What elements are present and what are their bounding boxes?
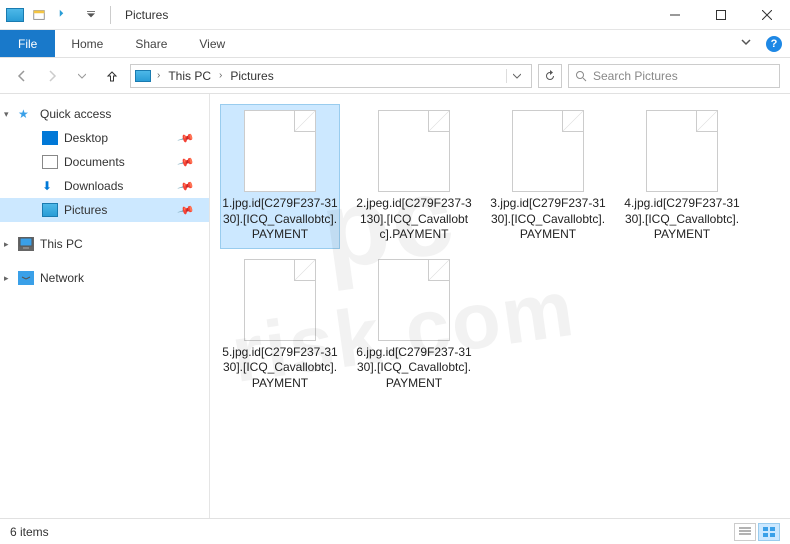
search-input[interactable] bbox=[593, 69, 773, 83]
file-tab[interactable]: File bbox=[0, 30, 55, 57]
tab-view[interactable]: View bbox=[183, 30, 241, 57]
tab-share[interactable]: Share bbox=[119, 30, 183, 57]
file-name-label: 1.jpg.id[C279F237-3130].[ICQ_Cavallobtc]… bbox=[222, 196, 338, 243]
expand-caret-icon[interactable]: ▸ bbox=[4, 273, 9, 284]
desktop-icon bbox=[42, 131, 58, 145]
file-icon bbox=[512, 110, 584, 192]
file-item[interactable]: 3.jpg.id[C279F237-3130].[ICQ_Cavallobtc]… bbox=[488, 104, 608, 249]
recent-locations-button[interactable] bbox=[70, 64, 94, 88]
ribbon: File Home Share View ? bbox=[0, 30, 790, 58]
tab-home[interactable]: Home bbox=[55, 30, 119, 57]
sidebar-item-pictures[interactable]: Pictures 📌 bbox=[0, 198, 209, 222]
download-icon: ⬇ bbox=[42, 179, 58, 193]
sidebar-label: Network bbox=[40, 271, 84, 285]
sidebar-item-label: Downloads bbox=[64, 179, 123, 193]
thumbnails-view-button[interactable] bbox=[758, 523, 780, 541]
sidebar-item-desktop[interactable]: Desktop 📌 bbox=[0, 126, 209, 150]
sidebar-network[interactable]: ▸ Network bbox=[0, 266, 209, 290]
window-controls bbox=[652, 0, 790, 30]
file-item[interactable]: 6.jpg.id[C279F237-3130].[ICQ_Cavallobtc]… bbox=[354, 253, 474, 398]
minimize-button[interactable] bbox=[652, 0, 698, 30]
file-item[interactable]: 5.jpg.id[C279F237-3130].[ICQ_Cavallobtc]… bbox=[220, 253, 340, 398]
chevron-right-icon[interactable]: › bbox=[215, 70, 226, 81]
titlebar-separator bbox=[110, 6, 111, 24]
file-item[interactable]: 1.jpg.id[C279F237-3130].[ICQ_Cavallobtc]… bbox=[220, 104, 340, 249]
details-view-button[interactable] bbox=[734, 523, 756, 541]
file-item[interactable]: 2.jpeg.id[C279F237-3130].[ICQ_Cavallobtc… bbox=[354, 104, 474, 249]
chevron-right-icon[interactable]: › bbox=[153, 70, 164, 81]
sidebar-label: This PC bbox=[40, 237, 83, 251]
view-buttons bbox=[734, 523, 780, 541]
statusbar: 6 items bbox=[0, 518, 790, 544]
refresh-button[interactable] bbox=[538, 64, 562, 88]
titlebar-left: Pictures bbox=[0, 4, 168, 26]
sidebar: ▾ ★ Quick access Desktop 📌 Documents 📌 ⬇… bbox=[0, 94, 210, 518]
back-button[interactable] bbox=[10, 64, 34, 88]
file-grid[interactable]: 1.jpg.id[C279F237-3130].[ICQ_Cavallobtc]… bbox=[210, 94, 790, 518]
file-name-label: 2.jpeg.id[C279F237-3130].[ICQ_Cavallobtc… bbox=[356, 196, 472, 243]
search-icon bbox=[575, 70, 587, 82]
qat-customize-button[interactable] bbox=[80, 4, 102, 26]
file-icon bbox=[646, 110, 718, 192]
file-icon bbox=[244, 259, 316, 341]
help-icon[interactable]: ? bbox=[766, 36, 782, 52]
file-icon bbox=[378, 110, 450, 192]
sidebar-label: Quick access bbox=[40, 107, 111, 121]
main: ▾ ★ Quick access Desktop 📌 Documents 📌 ⬇… bbox=[0, 94, 790, 518]
window-title: Pictures bbox=[125, 8, 168, 22]
sidebar-item-label: Pictures bbox=[64, 203, 107, 217]
breadcrumb[interactable]: › This PC › Pictures bbox=[130, 64, 532, 88]
pictures-icon bbox=[42, 203, 58, 217]
file-name-label: 3.jpg.id[C279F237-3130].[ICQ_Cavallobtc]… bbox=[490, 196, 606, 243]
file-name-label: 6.jpg.id[C279F237-3130].[ICQ_Cavallobtc]… bbox=[356, 345, 472, 392]
sidebar-this-pc[interactable]: ▸ This PC bbox=[0, 232, 209, 256]
forward-button[interactable] bbox=[40, 64, 64, 88]
breadcrumb-item-pictures[interactable]: Pictures bbox=[228, 69, 275, 83]
file-icon bbox=[378, 259, 450, 341]
expand-caret-icon[interactable]: ▸ bbox=[4, 239, 9, 250]
document-icon bbox=[42, 155, 58, 169]
maximize-button[interactable] bbox=[698, 0, 744, 30]
ribbon-expand-icon[interactable] bbox=[740, 36, 756, 52]
star-icon: ★ bbox=[18, 107, 34, 121]
close-button[interactable] bbox=[744, 0, 790, 30]
qat-properties-button[interactable] bbox=[28, 4, 50, 26]
qat-new-folder-button[interactable] bbox=[54, 4, 76, 26]
explorer-app-icon bbox=[6, 8, 24, 22]
network-icon bbox=[18, 271, 34, 285]
sidebar-item-label: Desktop bbox=[64, 131, 108, 145]
breadcrumb-location-icon bbox=[135, 70, 151, 82]
titlebar: Pictures bbox=[0, 0, 790, 30]
pin-icon: 📌 bbox=[177, 177, 195, 195]
ribbon-right: ? bbox=[740, 30, 790, 57]
file-icon bbox=[244, 110, 316, 192]
address-row: › This PC › Pictures bbox=[0, 58, 790, 94]
status-item-count: 6 items bbox=[10, 525, 49, 539]
sidebar-item-documents[interactable]: Documents 📌 bbox=[0, 150, 209, 174]
expand-caret-icon[interactable]: ▾ bbox=[4, 109, 9, 120]
pin-icon: 📌 bbox=[177, 201, 195, 219]
breadcrumb-item-this-pc[interactable]: This PC bbox=[166, 69, 213, 83]
pin-icon: 📌 bbox=[177, 129, 195, 147]
sidebar-item-label: Documents bbox=[64, 155, 125, 169]
up-button[interactable] bbox=[100, 64, 124, 88]
pin-icon: 📌 bbox=[177, 153, 195, 171]
pc-icon bbox=[18, 237, 34, 251]
breadcrumb-dropdown-icon[interactable] bbox=[506, 69, 527, 83]
sidebar-item-downloads[interactable]: ⬇ Downloads 📌 bbox=[0, 174, 209, 198]
sidebar-quick-access[interactable]: ▾ ★ Quick access bbox=[0, 102, 209, 126]
file-name-label: 5.jpg.id[C279F237-3130].[ICQ_Cavallobtc]… bbox=[222, 345, 338, 392]
file-item[interactable]: 4.jpg.id[C279F237-3130].[ICQ_Cavallobtc]… bbox=[622, 104, 742, 249]
search-box[interactable] bbox=[568, 64, 780, 88]
file-name-label: 4.jpg.id[C279F237-3130].[ICQ_Cavallobtc]… bbox=[624, 196, 740, 243]
